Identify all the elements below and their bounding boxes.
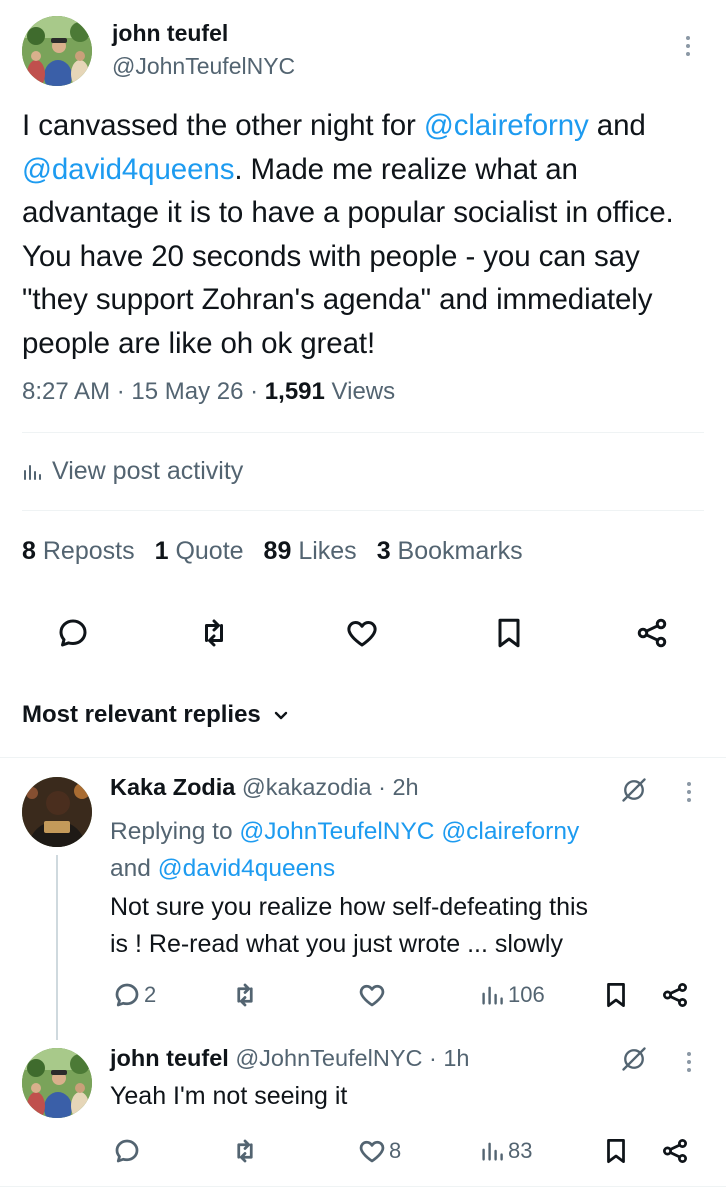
views-count: 1,591	[264, 378, 325, 405]
views-button[interactable]: 106	[480, 982, 545, 1008]
grok-icon[interactable]	[620, 1045, 648, 1073]
views-button[interactable]: 83	[480, 1138, 532, 1164]
views-count: 83	[508, 1138, 533, 1163]
tweet-date[interactable]: 15 May 26	[131, 378, 243, 405]
more-vertical-icon[interactable]	[680, 34, 696, 58]
share-icon[interactable]	[634, 615, 670, 651]
reply-author-handle[interactable]: @kakazodia	[242, 774, 372, 800]
mention-link[interactable]: @JohnTeufelNYC	[239, 818, 434, 845]
reposts-stat[interactable]: 8 Reposts	[22, 537, 135, 566]
reply-time[interactable]: 2h	[392, 774, 418, 800]
reply-avatar[interactable]	[22, 1048, 92, 1118]
replying-to: Replying to @JohnTeufelNYC @claireforny …	[110, 818, 580, 882]
reply-avatar[interactable]	[22, 777, 92, 847]
repost-icon[interactable]	[196, 615, 232, 651]
bookmarks-stat[interactable]: 3 Bookmarks	[377, 537, 523, 566]
reply-time[interactable]: 1h	[443, 1045, 469, 1071]
share-icon[interactable]	[660, 1136, 690, 1166]
replies-sort-label: Most relevant replies	[22, 701, 261, 728]
reply-header: john teufel @JohnTeufelNYC · 1h	[110, 1045, 470, 1071]
quotes-stat[interactable]: 1 Quote	[155, 537, 244, 566]
engagement-stats: 8 Reposts 1 Quote 89 Likes 3 Bookmarks	[22, 537, 523, 566]
bar-chart-icon	[480, 1138, 504, 1164]
reply-text: Not sure you realize how self-defeating …	[110, 893, 589, 958]
like-icon[interactable]	[357, 980, 387, 1010]
like-icon[interactable]	[344, 615, 380, 651]
mention-link[interactable]: @claireforny	[441, 818, 579, 845]
replies-sort-dropdown[interactable]: Most relevant replies	[22, 701, 289, 729]
author-handle[interactable]: @JohnTeufelNYC	[112, 53, 295, 80]
more-vertical-icon[interactable]	[681, 1050, 697, 1074]
like-icon	[357, 1136, 387, 1166]
share-icon[interactable]	[660, 980, 690, 1010]
reply-button[interactable]: 2	[112, 980, 156, 1010]
chevron-down-icon	[273, 707, 289, 723]
bar-chart-icon	[480, 982, 504, 1008]
more-vertical-icon[interactable]	[681, 780, 697, 804]
bookmark-icon[interactable]	[491, 615, 527, 651]
tweet-text: I canvassed the other night for @clairef…	[22, 109, 674, 360]
reply-icon[interactable]	[55, 615, 91, 651]
mention-link[interactable]: @david4queens	[158, 855, 335, 882]
views-count: 106	[508, 982, 545, 1007]
repost-icon[interactable]	[230, 980, 260, 1010]
reply-header: Kaka Zodia @kakazodia · 2h	[110, 774, 419, 800]
author-avatar[interactable]	[22, 16, 92, 86]
reply-author-name[interactable]: john teufel	[110, 1045, 229, 1071]
grok-icon[interactable]	[620, 776, 648, 804]
repost-icon[interactable]	[230, 1136, 260, 1166]
tweet-metadata: 8:27 AM · 15 May 26 · 1,591 Views	[22, 378, 396, 405]
reply-count: 2	[144, 982, 157, 1007]
author-name[interactable]: john teufel	[112, 20, 228, 47]
thread-line	[56, 855, 58, 1040]
reply-author-name[interactable]: Kaka Zodia	[110, 774, 235, 800]
reply-icon	[112, 980, 142, 1010]
bookmark-icon[interactable]	[601, 1136, 631, 1166]
views-label: Views	[331, 378, 396, 405]
view-post-activity[interactable]: View post activity	[22, 457, 243, 486]
activity-label: View post activity	[52, 457, 244, 485]
like-button[interactable]: 8	[357, 1136, 401, 1166]
reply-text: Yeah I'm not seeing it	[110, 1082, 348, 1110]
reply-author-handle[interactable]: @JohnTeufelNYC	[235, 1045, 422, 1071]
like-count: 8	[389, 1138, 402, 1163]
reply-icon[interactable]	[112, 1136, 142, 1166]
tweet-time[interactable]: 8:27 AM	[22, 378, 110, 405]
bookmark-icon[interactable]	[601, 980, 631, 1010]
bar-chart-icon	[22, 462, 42, 482]
likes-stat[interactable]: 89 Likes	[264, 537, 357, 566]
mention-link[interactable]: @david4queens	[22, 153, 234, 186]
mention-link[interactable]: @claireforny	[424, 109, 589, 142]
